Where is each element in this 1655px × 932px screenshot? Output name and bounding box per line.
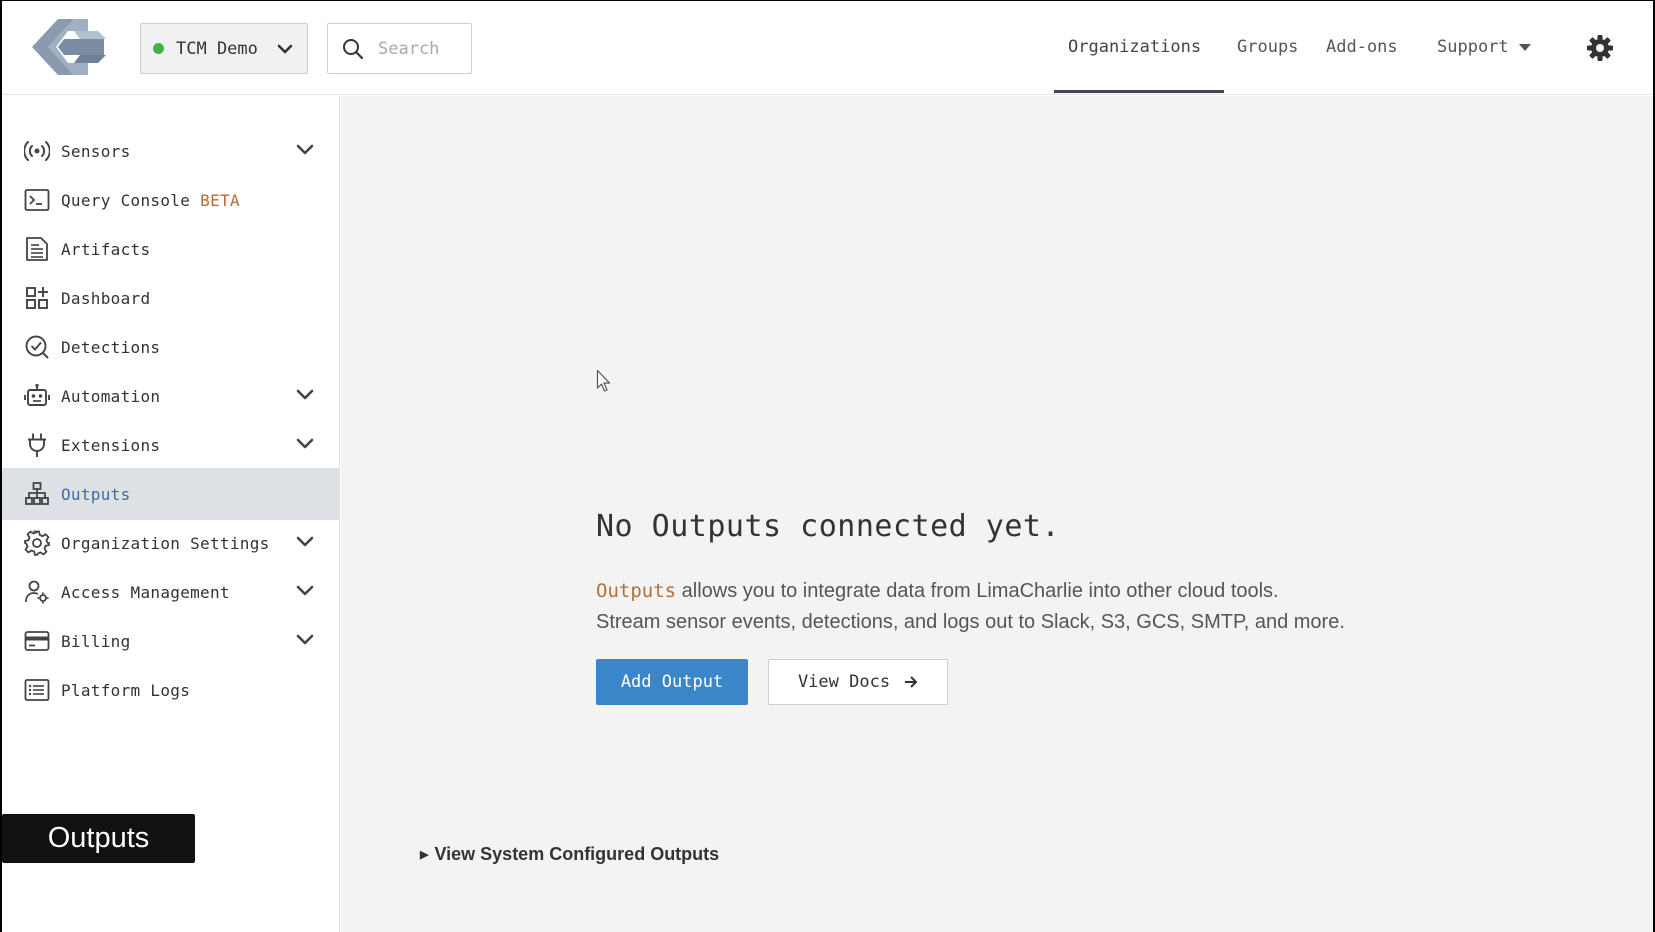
empty-state-title: No Outputs connected yet. [596, 509, 1061, 544]
top-bar: TCM Demo Organizations Groups Add-ons Su… [2, 1, 1653, 95]
sidebar-item-artifacts[interactable]: Artifacts [2, 223, 340, 275]
caret-down-icon [1519, 44, 1531, 51]
user-gear-icon [25, 580, 49, 604]
list-icon [24, 679, 50, 701]
hierarchy-icon [25, 482, 49, 505]
sidebar-item-label: Query Console [61, 190, 191, 210]
org-selector[interactable]: TCM Demo [140, 23, 308, 74]
search-box[interactable] [327, 23, 472, 74]
sidebar-item-sensors[interactable]: Sensors [2, 125, 340, 177]
sidebar-item-query-console[interactable]: Query Console BETA [2, 174, 340, 226]
sidebar-item-platform-logs[interactable]: Platform Logs [2, 664, 340, 716]
settings-gear-icon[interactable] [1586, 34, 1614, 62]
credit-card-icon [24, 631, 50, 651]
nav-groups[interactable]: Groups [1237, 37, 1298, 57]
sidebar-item-label: Access Management [61, 582, 230, 602]
view-docs-label: View Docs [797, 672, 891, 692]
sidebar-item-label: Sensors [61, 141, 131, 161]
org-name: TCM Demo [176, 38, 258, 59]
nav-support[interactable]: Support [1437, 37, 1509, 57]
sidebar-item-label: Extensions [61, 435, 161, 455]
check-circle-icon [25, 335, 49, 359]
broadcast-icon [24, 141, 50, 161]
nav-add-ons[interactable]: Add-ons [1326, 37, 1398, 57]
gear-icon [24, 530, 50, 556]
sidebar-item-label: Outputs [61, 484, 131, 504]
grid-plus-icon [26, 287, 48, 309]
terminal-icon [24, 189, 50, 211]
chevron-down-icon [277, 44, 293, 54]
robot-icon [24, 383, 50, 406]
sidebar-item-detections[interactable]: Detections [2, 321, 340, 373]
view-docs-button[interactable]: View Docs [768, 659, 948, 705]
sidebar: Sensors Query Console BETA Artifacts Das… [2, 96, 340, 932]
beta-badge: BETA [200, 190, 240, 210]
chevron-down-icon[interactable] [296, 143, 314, 157]
description-line-2: Stream sensor events, detections, and lo… [596, 611, 1345, 633]
chevron-down-icon[interactable] [296, 388, 314, 402]
sidebar-item-label: Dashboard [61, 288, 151, 308]
sidebar-item-label: Detections [61, 337, 161, 357]
main-content: No Outputs connected yet. Outputs allows… [341, 96, 1653, 932]
arrow-right-icon [905, 676, 918, 688]
app-window: TCM Demo Organizations Groups Add-ons Su… [2, 1, 1653, 932]
sidebar-item-extensions[interactable]: Extensions [2, 419, 340, 471]
plug-icon [28, 433, 46, 457]
search-input[interactable] [378, 38, 468, 59]
sidebar-item-access-management[interactable]: Access Management [2, 566, 340, 618]
sidebar-item-outputs[interactable]: Outputs [2, 468, 340, 520]
system-outputs-toggle[interactable]: ▶ View System Configured Outputs [420, 844, 719, 865]
sidebar-item-label-wrap: Query Console BETA [61, 191, 240, 210]
nav-organizations[interactable]: Organizations [1068, 37, 1201, 57]
sidebar-item-label: Organization Settings [61, 533, 270, 553]
search-icon [343, 38, 364, 59]
chevron-down-icon[interactable] [296, 633, 314, 647]
disclosure-triangle-icon: ▶ [420, 849, 429, 861]
chevron-down-icon[interactable] [296, 437, 314, 451]
outputs-tooltip: Outputs [2, 814, 195, 863]
mouse-cursor-icon [596, 369, 611, 392]
limacharlie-logo[interactable] [28, 15, 110, 79]
chevron-down-icon[interactable] [296, 584, 314, 598]
sidebar-item-label: Billing [61, 631, 131, 651]
nav-active-indicator [1054, 90, 1224, 93]
sidebar-item-label: Artifacts [61, 239, 151, 259]
sidebar-item-label: Platform Logs [61, 680, 191, 700]
org-status-dot [153, 43, 164, 54]
sidebar-item-label: Automation [61, 386, 161, 406]
chevron-down-icon[interactable] [296, 535, 314, 549]
document-lines-icon [26, 237, 48, 261]
system-outputs-label: View System Configured Outputs [434, 844, 720, 864]
sidebar-item-dashboard[interactable]: Dashboard [2, 272, 340, 324]
description-line-1: allows you to integrate data from LimaCh… [676, 580, 1279, 602]
empty-state-description: Outputs allows you to integrate data fro… [596, 576, 1416, 638]
add-output-button[interactable]: Add Output [596, 659, 748, 705]
sidebar-item-billing[interactable]: Billing [2, 615, 340, 667]
sidebar-item-automation[interactable]: Automation [2, 370, 340, 422]
outputs-keyword: Outputs [596, 580, 677, 602]
sidebar-item-organization-settings[interactable]: Organization Settings [2, 517, 340, 569]
